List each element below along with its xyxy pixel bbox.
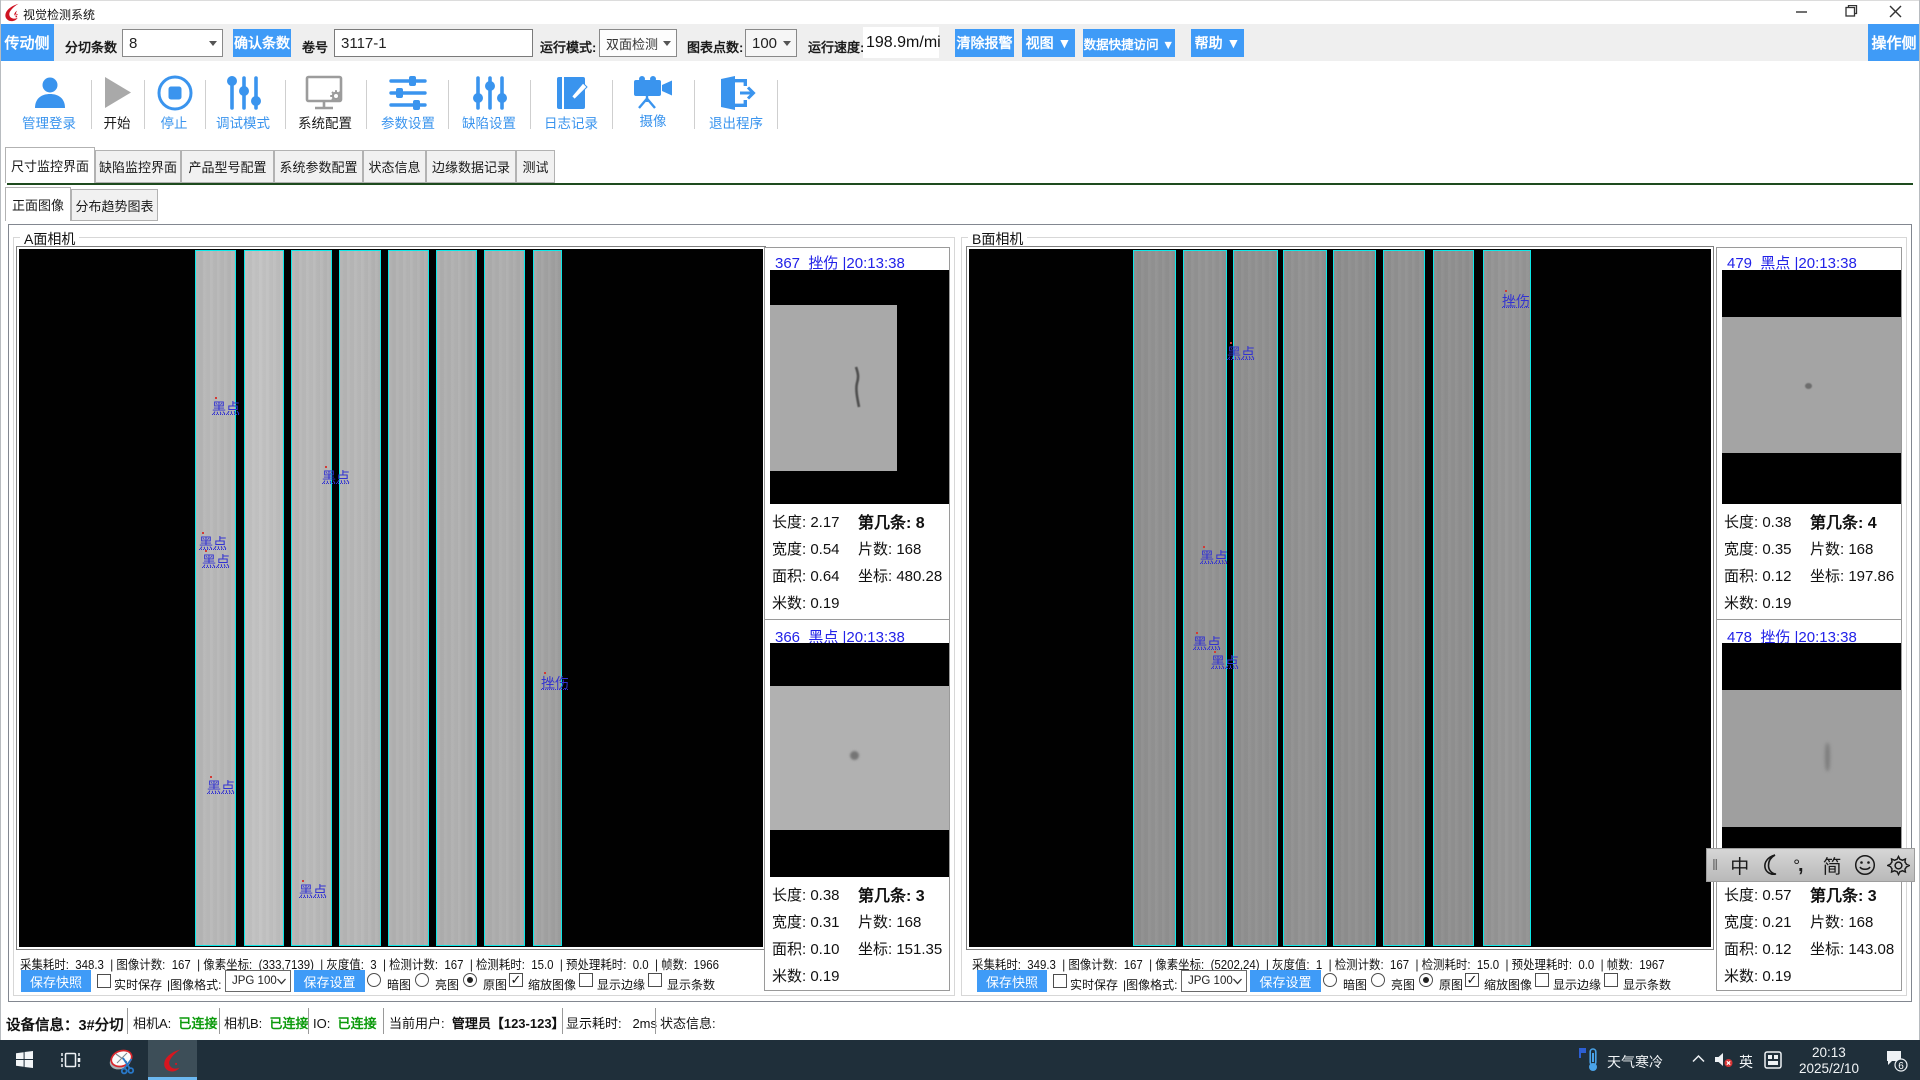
svg-text:6: 6: [1898, 1061, 1904, 1072]
